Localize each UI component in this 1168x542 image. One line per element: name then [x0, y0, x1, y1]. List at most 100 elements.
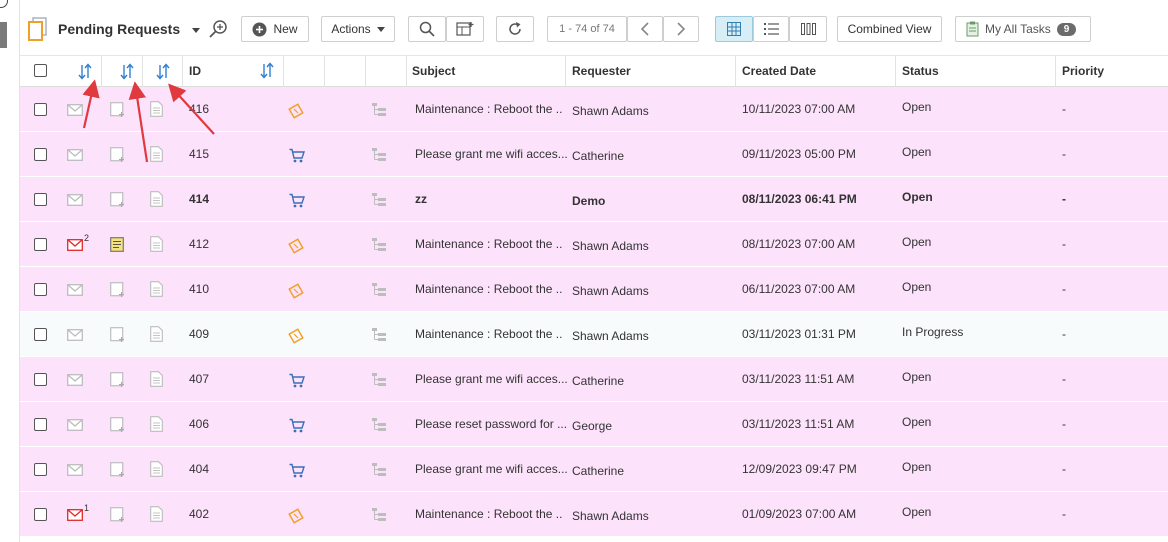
- table-row[interactable]: 404 Please grant me wifi acces... Catherin…: [20, 447, 1168, 492]
- document-icon[interactable]: [150, 416, 163, 432]
- column-header-requester[interactable]: Requester: [572, 56, 631, 87]
- mail-icon[interactable]: [67, 239, 83, 251]
- sort-icon[interactable]: [156, 63, 170, 80]
- sort-icon[interactable]: [120, 63, 134, 80]
- combined-view-button[interactable]: Combined View: [837, 16, 942, 42]
- table-row[interactable]: 1 402 Maintenance : Reboot the .. Shawn Ada…: [20, 492, 1168, 537]
- cell-subject[interactable]: Maintenance : Reboot the ..: [415, 267, 562, 312]
- side-tab[interactable]: [0, 22, 7, 48]
- cell-subject[interactable]: Please grant me wifi acces...: [415, 132, 568, 177]
- row-checkbox[interactable]: [34, 508, 47, 521]
- row-checkbox[interactable]: [34, 328, 47, 341]
- document-icon[interactable]: [150, 236, 163, 252]
- column-header-status[interactable]: Status: [902, 56, 939, 87]
- add-column-button[interactable]: [446, 16, 484, 42]
- mail-icon[interactable]: [67, 509, 83, 521]
- table-row[interactable]: 415 Please grant me wifi acces... Catherin…: [20, 132, 1168, 177]
- column-header-created-date[interactable]: Created Date: [742, 56, 816, 87]
- add-note-icon[interactable]: [110, 462, 125, 478]
- cell-id: 415: [189, 147, 210, 161]
- cell-subject[interactable]: Maintenance : Reboot the ..: [415, 222, 562, 267]
- list-view-button[interactable]: [753, 16, 789, 42]
- table-row[interactable]: 416 Maintenance : Reboot the .. Shawn Adam…: [20, 87, 1168, 132]
- task-tree-icon[interactable]: [372, 193, 386, 206]
- cell-subject[interactable]: Please grant me wifi acces...: [415, 357, 568, 402]
- cell-subject[interactable]: Maintenance : Reboot the ..: [415, 312, 562, 357]
- column-view-button[interactable]: [789, 16, 827, 42]
- add-note-icon[interactable]: [110, 102, 125, 118]
- grid-view-button[interactable]: [715, 16, 753, 42]
- document-icon[interactable]: [150, 461, 163, 477]
- task-tree-icon[interactable]: [372, 103, 386, 116]
- row-checkbox[interactable]: [34, 418, 47, 431]
- cell-created-date: 12/09/2023 09:47 PM: [742, 462, 857, 476]
- table-row[interactable]: 414 zz Demo 08/11/2023 06:41 PM Open -: [20, 177, 1168, 222]
- add-note-icon[interactable]: [110, 282, 125, 298]
- actions-dropdown[interactable]: Actions: [321, 16, 395, 42]
- document-icon[interactable]: [150, 281, 163, 297]
- mail-icon[interactable]: [67, 149, 83, 161]
- cell-requester: Shawn Adams: [572, 284, 649, 298]
- mail-icon[interactable]: [67, 284, 83, 296]
- cell-subject[interactable]: Please reset password for ...: [415, 402, 567, 447]
- document-icon[interactable]: [150, 146, 163, 162]
- add-note-icon[interactable]: [110, 417, 125, 433]
- chevron-down-icon: [376, 26, 385, 32]
- mail-icon[interactable]: [67, 464, 83, 476]
- document-icon[interactable]: [150, 326, 163, 342]
- table-row[interactable]: 406 Please reset password for ... George 03…: [20, 402, 1168, 447]
- table-row[interactable]: 410 Maintenance : Reboot the .. Shawn Adam…: [20, 267, 1168, 312]
- task-tree-icon[interactable]: [372, 328, 386, 341]
- table-row[interactable]: 409 Maintenance : Reboot the .. Shawn Adam…: [20, 312, 1168, 357]
- row-checkbox[interactable]: [34, 103, 47, 116]
- view-selector[interactable]: Pending Requests: [58, 21, 201, 37]
- previous-page-button[interactable]: [627, 16, 663, 42]
- add-note-icon[interactable]: [110, 327, 125, 343]
- task-tree-icon[interactable]: [372, 373, 386, 386]
- column-header-priority[interactable]: Priority: [1062, 56, 1104, 87]
- sort-icon[interactable]: [78, 63, 92, 80]
- cell-subject[interactable]: Please grant me wifi acces...: [415, 447, 568, 492]
- row-checkbox[interactable]: [34, 148, 47, 161]
- row-checkbox[interactable]: [34, 463, 47, 476]
- row-checkbox[interactable]: [34, 373, 47, 386]
- add-note-icon[interactable]: [110, 147, 125, 163]
- sort-icon[interactable]: [260, 62, 274, 79]
- search-button[interactable]: [408, 16, 446, 42]
- mail-icon[interactable]: [67, 419, 83, 431]
- my-tasks-button[interactable]: My All Tasks 9: [955, 16, 1091, 42]
- search-filter-icon[interactable]: [208, 18, 230, 40]
- row-checkbox[interactable]: [34, 283, 47, 296]
- task-tree-icon[interactable]: [372, 508, 386, 521]
- mail-icon[interactable]: [67, 329, 83, 341]
- add-note-icon[interactable]: [110, 507, 125, 523]
- column-header-subject[interactable]: Subject: [412, 56, 455, 87]
- task-tree-icon[interactable]: [372, 238, 386, 251]
- cell-subject[interactable]: Maintenance : Reboot the ..: [415, 87, 562, 132]
- mail-icon[interactable]: [67, 104, 83, 116]
- table-row[interactable]: 2 412 Maintenance : Reboot the .. Shawn Ada…: [20, 222, 1168, 267]
- document-icon[interactable]: [150, 506, 163, 522]
- refresh-button[interactable]: [496, 16, 534, 42]
- row-checkbox[interactable]: [34, 238, 47, 251]
- new-button[interactable]: New: [241, 16, 309, 42]
- column-header-id[interactable]: ID: [189, 56, 201, 87]
- cell-subject[interactable]: Maintenance : Reboot the ..: [415, 492, 562, 537]
- document-icon[interactable]: [150, 191, 163, 207]
- document-icon[interactable]: [150, 371, 163, 387]
- document-icon[interactable]: [150, 101, 163, 117]
- note-icon[interactable]: [110, 237, 124, 252]
- add-note-icon[interactable]: [110, 372, 125, 388]
- task-tree-icon[interactable]: [372, 463, 386, 476]
- next-page-button[interactable]: [663, 16, 699, 42]
- select-all-checkbox[interactable]: [34, 64, 47, 77]
- mail-icon[interactable]: [67, 374, 83, 386]
- task-tree-icon[interactable]: [372, 283, 386, 296]
- row-checkbox[interactable]: [34, 193, 47, 206]
- table-row[interactable]: 407 Please grant me wifi acces... Catherin…: [20, 357, 1168, 402]
- task-tree-icon[interactable]: [372, 148, 386, 161]
- task-tree-icon[interactable]: [372, 418, 386, 431]
- add-note-icon[interactable]: [110, 192, 125, 208]
- cell-subject[interactable]: zz: [415, 177, 427, 222]
- mail-icon[interactable]: [67, 194, 83, 206]
